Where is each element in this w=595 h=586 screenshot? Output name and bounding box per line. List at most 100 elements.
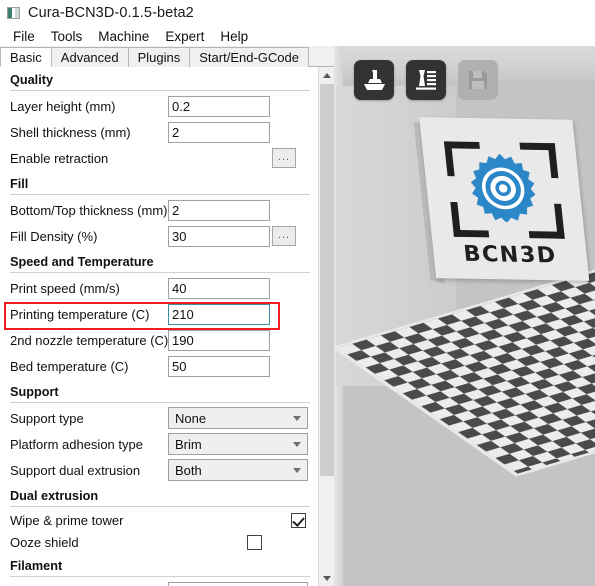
group-speed-temperature: Speed and Temperature Print speed (mm/s)… [0,249,318,379]
input-printing-temperature[interactable] [168,303,270,325]
label-support-dual-extrusion: Support dual extrusion [10,462,141,478]
input-layer-height[interactable] [168,95,270,117]
group-filament: Filament Diameter (mm) [0,553,318,586]
scrollbar-thumb[interactable] [320,84,334,476]
row-bed-temperature: Bed temperature (C) [0,353,318,379]
label-bottom-top-thickness: Bottom/Top thickness (mm) [10,202,168,218]
input-bottom-top-thickness[interactable] [168,199,270,221]
settings-scrollbar[interactable] [318,67,335,586]
scroll-down-button[interactable] [319,570,335,586]
app-icon [7,7,20,19]
row-support-dual-extrusion: Support dual extrusion Both [0,457,318,483]
group-label: Quality [10,73,54,87]
view-layers-button[interactable] [406,60,446,100]
label-fill-density: Fill Density (%) [10,228,98,244]
layers-icon [416,70,436,90]
group-title-dual-extrusion: Dual extrusion [0,483,318,509]
group-label: Dual extrusion [10,489,99,503]
chevron-down-icon [293,415,301,421]
checkbox-wipe-prime-tower[interactable] [291,512,307,528]
checkbox-ooze-shield[interactable] [246,534,262,550]
menu-help[interactable]: Help [212,28,256,45]
divider [10,576,310,577]
select-value: None [175,410,207,426]
menu-bar: File Tools Machine Expert Help [0,26,595,46]
viewport-toolbar [354,60,498,100]
divider [10,402,310,403]
select-platform-adhesion-type[interactable]: Brim [168,433,308,455]
tab-advanced[interactable]: Advanced [50,47,129,67]
group-label: Filament [10,559,63,573]
label-second-nozzle-temperature: 2nd nozzle temperature (C) [10,332,169,348]
group-label: Speed and Temperature [10,255,154,269]
save-disk-icon [469,71,487,89]
menu-tools[interactable]: Tools [43,28,91,45]
input-bed-temperature[interactable] [168,355,270,377]
group-title-quality: Quality [0,67,318,93]
tab-basic[interactable]: Basic [0,47,52,67]
input-print-speed[interactable] [168,277,270,299]
row-second-nozzle-temperature: 2nd nozzle temperature (C) [0,327,318,353]
group-quality: Quality Layer height (mm) Shell thicknes… [0,67,318,171]
label-ooze-shield: Ooze shield [10,534,79,550]
divider [10,272,310,273]
gear-icon [470,153,536,223]
row-platform-adhesion-type: Platform adhesion type Brim [0,431,318,457]
title-bar: Cura-BCN3D-0.1.5-beta2 [0,0,595,26]
application-window: Cura-BCN3D-0.1.5-beta2 File Tools Machin… [0,0,595,586]
input-second-nozzle-temperature[interactable] [168,329,270,351]
divider [10,506,310,507]
group-title-filament: Filament [0,553,318,579]
group-support: Support Support type None Platform adhes… [0,379,318,483]
3d-viewport[interactable]: BCN3D [334,46,595,586]
model-logo-text: BCN3D [462,241,559,269]
window-title: Cura-BCN3D-0.1.5-beta2 [28,5,194,21]
menu-machine[interactable]: Machine [90,28,157,45]
group-fill: Fill Bottom/Top thickness (mm) Fill Dens… [0,171,318,249]
label-bed-temperature: Bed temperature (C) [10,358,129,374]
row-wipe-prime-tower: Wipe & prime tower [0,509,318,531]
menu-expert[interactable]: Expert [157,28,212,45]
row-ooze-shield: Ooze shield [0,531,318,553]
more-options-fill-density-button[interactable]: ... [272,226,296,246]
chevron-down-icon [323,575,331,581]
input-fill-density[interactable] [168,225,270,247]
input-shell-thickness[interactable] [168,121,270,143]
select-value: Both [175,462,202,478]
label-enable-retraction: Enable retraction [10,150,109,166]
save-gcode-button [458,60,498,100]
group-title-support: Support [0,379,318,405]
tab-plugins[interactable]: Plugins [127,47,191,67]
row-bottom-top-thickness: Bottom/Top thickness (mm) [0,197,318,223]
chevron-down-icon [293,441,301,447]
input-diameter[interactable] [168,581,308,586]
label-print-speed: Print speed (mm/s) [10,280,120,296]
group-label: Support [10,385,59,399]
label-platform-adhesion-type: Platform adhesion type [10,436,143,452]
model-bcn3d-logo-plate[interactable]: BCN3D [413,117,595,294]
tab-startend-gcode[interactable]: Start/End-GCode [189,47,309,67]
divider [10,90,310,91]
row-layer-height: Layer height (mm) [0,93,318,119]
row-shell-thickness: Shell thickness (mm) [0,119,318,145]
row-diameter: Diameter (mm) [0,579,318,586]
divider [10,194,310,195]
chevron-up-icon [323,72,331,78]
menu-file[interactable]: File [5,28,43,45]
settings-tabs: Basic Advanced Plugins Start/End-GCode [0,46,334,67]
row-printing-temperature: Printing temperature (C) [0,301,318,327]
group-dual-extrusion: Dual extrusion Wipe & prime tower Ooze s… [0,483,318,553]
row-fill-density: Fill Density (%) ... [0,223,318,249]
group-title-speed-temperature: Speed and Temperature [0,249,318,275]
scroll-up-button[interactable] [319,67,335,83]
load-model-button[interactable] [354,60,394,100]
select-support-dual-extrusion[interactable]: Both [168,459,308,481]
label-wipe-prime-tower: Wipe & prime tower [10,512,124,528]
row-print-speed: Print speed (mm/s) [0,275,318,301]
chevron-down-icon [293,467,301,473]
group-label: Fill [10,177,29,191]
select-support-type[interactable]: None [168,407,308,429]
load-model-icon [364,70,385,90]
more-options-retraction-button[interactable]: ... [272,148,296,168]
label-printing-temperature: Printing temperature (C) [10,306,150,322]
